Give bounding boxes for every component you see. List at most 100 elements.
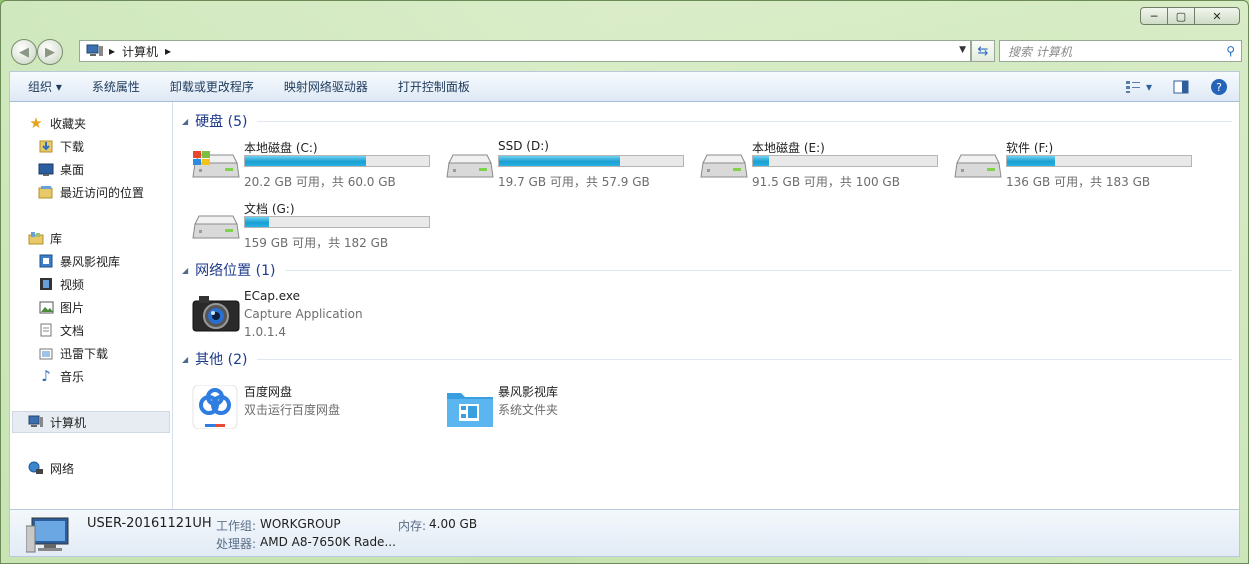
collapse-triangle-icon[interactable]: ◢ [182,355,188,364]
sidebar-label: 迅雷下载 [60,346,109,361]
organize-menu[interactable]: 组织 ▾ [10,78,77,95]
desktop-icon [38,161,54,177]
workgroup-value: WORKGROUP [260,517,341,531]
sidebar-label: 图片 [60,300,85,315]
library-icon [28,230,44,246]
collapse-triangle-icon[interactable]: ◢ [182,266,188,275]
item-name: 暴风影视库 [498,385,559,399]
sidebar-item-recent[interactable]: 最近访问的位置 [38,182,144,202]
drive-usage-bar [244,216,430,228]
open-control-panel-button[interactable]: 打开控制面板 [383,78,485,95]
item-name: 百度网盘 [244,385,293,399]
sidebar-item-videos[interactable]: 视频 [38,274,84,294]
sidebar-item-network[interactable]: 网络 [28,458,74,478]
system-properties-button[interactable]: 系统属性 [77,78,155,95]
search-icon[interactable]: ⚲ [1226,44,1235,58]
processor-value: AMD A8-7650K Rade... [260,535,396,549]
group-header-network-locations[interactable]: ◢ 网络位置 (1) [182,260,1232,280]
address-separator[interactable]: ▸ [109,44,115,58]
group-title: 硬盘 (5) [195,114,248,130]
uninstall-program-button[interactable]: 卸载或更改程序 [155,78,269,95]
maximize-button[interactable]: ▢ [1167,7,1195,25]
search-placeholder: 搜索 计算机 [1008,44,1072,59]
sidebar-item-computer[interactable]: 计算机 [28,412,86,432]
drive-usage-fill [499,156,621,166]
workgroup-label: 工作组: [216,519,257,533]
sidebar-item-documents[interactable]: 文档 [38,320,84,340]
group-title: 网络位置 (1) [195,263,276,279]
breadcrumb-chevron[interactable]: ▸ [165,44,171,58]
sidebar-label: 最近访问的位置 [60,185,145,200]
sidebar-label: 收藏夹 [50,116,87,131]
item-description: 双击运行百度网盘 [244,403,341,417]
system-drive-icon [191,149,241,185]
drive-tile[interactable]: 软件 (F:) 136 GB 可用，共 183 GB [953,139,1203,195]
drive-tile[interactable]: 本地磁盘 (E:) 91.5 GB 可用，共 100 GB [699,139,949,195]
other-item-baofeng-library[interactable]: 暴风影视库 系统文件夹 [445,383,685,435]
network-icon [28,460,44,476]
sidebar-item-libraries[interactable]: 库 [28,228,62,248]
computer-icon [86,44,103,56]
item-version: 1.0.1.4 [244,325,286,339]
sidebar-label: 桌面 [60,162,85,177]
downloads-icon [38,138,54,154]
view-options-icon[interactable] [1123,77,1143,97]
back-button[interactable]: ◀ [11,39,37,65]
view-dropdown-icon[interactable]: ▾ [1143,77,1155,97]
drive-usage-bar [244,155,430,167]
sidebar-item-favorites[interactable]: ★ 收藏夹 [28,113,86,133]
drive-space-detail: 20.2 GB 可用，共 60.0 GB [244,175,396,189]
drive-name: SSD (D:) [498,139,549,153]
item-name: ECap.exe [244,289,301,303]
drive-tile[interactable]: SSD (D:) 19.7 GB 可用，共 57.9 GB [445,139,695,195]
folder-download-icon [38,345,54,361]
breadcrumb-computer[interactable]: 计算机 [122,43,158,60]
collapse-triangle-icon[interactable]: ◢ [182,117,188,126]
navigation-pane: ★ 收藏夹 下载 桌面 最近访问的位置 库 暴风影视库 视频 图片 文档 迅雷下… [10,102,173,509]
sidebar-item-xunlei[interactable]: 迅雷下载 [38,343,108,363]
preview-pane-icon[interactable] [1171,77,1191,97]
minimize-button[interactable]: ─ [1140,7,1168,25]
drive-name: 软件 (F:) [1006,141,1054,155]
main-panes: ★ 收藏夹 下载 桌面 最近访问的位置 库 暴风影视库 视频 图片 文档 迅雷下… [9,102,1240,509]
network-item-ecap[interactable]: ECap.exe Capture Application 1.0.1.4 [191,289,431,341]
item-description: Capture Application [244,307,363,321]
hard-drive-icon [191,210,241,246]
group-divider [257,358,1232,360]
sidebar-item-music[interactable]: ♪ 音乐 [38,366,84,386]
address-bar[interactable]: ▸ 计算机 ▸ ▼ [79,40,971,62]
help-icon[interactable]: ? [1209,77,1229,97]
drive-usage-fill [245,156,367,166]
hard-drive-icon [445,149,495,185]
refresh-button[interactable]: ⇆ [971,40,995,62]
group-title: 其他 (2) [195,352,248,368]
drive-tile[interactable]: 本地磁盘 (C:) 20.2 GB 可用，共 60.0 GB [191,139,441,195]
sidebar-item-downloads[interactable]: 下载 [38,136,84,156]
svg-text:?: ? [1216,81,1222,94]
sidebar-label: 音乐 [60,369,85,384]
close-button[interactable]: ✕ [1194,7,1240,25]
drive-space-detail: 159 GB 可用，共 182 GB [244,236,389,250]
drive-tile[interactable]: 文档 (G:) 159 GB 可用，共 182 GB [191,200,441,256]
address-history-dropdown[interactable]: ▼ [959,45,966,55]
map-network-drive-button[interactable]: 映射网络驱动器 [269,78,383,95]
computer-name: USER-20161121UH [87,516,212,531]
document-icon [38,322,54,338]
memory-label: 内存: [398,519,427,533]
sidebar-label: 文档 [60,323,85,338]
item-description: 系统文件夹 [498,403,559,417]
folder-icon [445,385,493,429]
other-item-baidu-netdisk[interactable]: 百度网盘 双击运行百度网盘 [191,383,431,435]
sidebar-item-baofeng[interactable]: 暴风影视库 [38,251,120,271]
group-header-hard-disks[interactable]: ◢ 硬盘 (5) [182,111,1232,131]
camera-icon [191,291,240,335]
search-input[interactable]: 搜索 计算机 ⚲ [999,40,1242,62]
group-header-other[interactable]: ◢ 其他 (2) [182,349,1232,369]
forward-button[interactable]: ▶ [37,39,63,65]
sidebar-item-desktop[interactable]: 桌面 [38,159,84,179]
explorer-window: ─ ▢ ✕ ◀ ▶ ▸ 计算机 ▸ ▼ ⇆ 搜索 计算机 ⚲ 组织 ▾ 系统属性… [0,0,1249,564]
sidebar-item-pictures[interactable]: 图片 [38,297,84,317]
drive-usage-fill [753,156,769,166]
sidebar-label: 视频 [60,277,85,292]
media-library-icon [38,253,54,269]
